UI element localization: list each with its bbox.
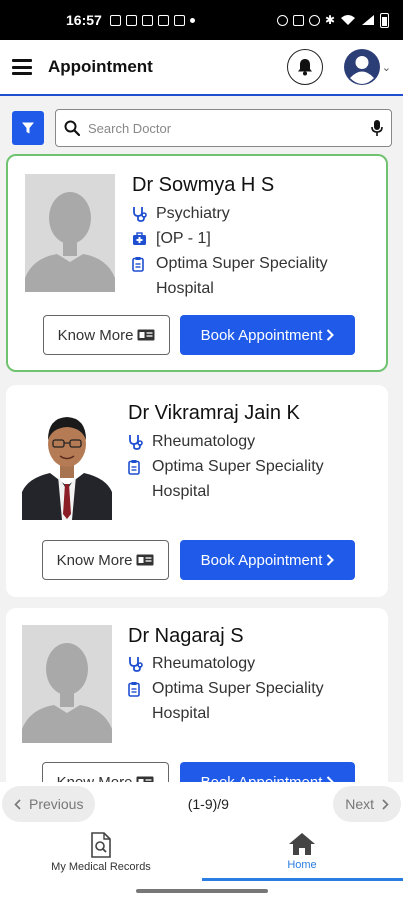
hospital-name-line2: Hospital: [152, 483, 210, 500]
profile-button[interactable]: ⌄: [343, 48, 391, 86]
signal-icon: [362, 15, 374, 25]
chevron-left-icon: [14, 798, 21, 810]
search-icon: [64, 120, 80, 136]
doctor-photo-placeholder: [25, 174, 115, 292]
clipboard-icon: [132, 256, 144, 272]
know-more-button[interactable]: Know More: [43, 315, 170, 355]
book-appointment-button[interactable]: Book Appointment: [180, 540, 355, 580]
id-card-icon: [137, 329, 155, 341]
hospital-name-line2: Hospital: [156, 280, 214, 297]
wifi-icon: [341, 15, 355, 25]
bell-icon: [297, 59, 312, 76]
doctor-card[interactable]: Dr Sowmya H S Psychiatry [OP - 1] Optima…: [6, 154, 388, 372]
hospital-name-line1: Optima Super Speciality: [152, 458, 324, 475]
app-header: Appointment ⌄: [0, 40, 403, 96]
page-count: (1-9)/9: [187, 796, 229, 812]
file-search-icon: [91, 832, 111, 858]
know-more-button[interactable]: Know More: [42, 762, 169, 782]
doctor-photo: [22, 402, 112, 520]
stethoscope-icon: [133, 206, 147, 222]
home-icon: [289, 833, 315, 855]
stethoscope-icon: [129, 434, 143, 450]
chevron-down-icon: ⌄: [381, 61, 391, 74]
doctor-photo-placeholder: [22, 625, 112, 743]
page-title: Appointment: [48, 57, 153, 76]
next-button[interactable]: Next: [333, 786, 401, 822]
clipboard-icon: [128, 681, 140, 697]
active-tab-indicator: [202, 878, 403, 881]
chevron-right-icon: [327, 554, 335, 566]
filter-button[interactable]: [12, 111, 44, 145]
person-silhouette-icon: [25, 174, 115, 292]
system-icons: ✱: [276, 12, 389, 28]
doctor-list[interactable]: Dr Sowmya H S Psychiatry [OP - 1] Optima…: [0, 152, 403, 782]
search-field[interactable]: [55, 109, 392, 147]
person-silhouette-icon: [22, 625, 112, 743]
account-icon: [343, 49, 380, 85]
doctor-portrait: [22, 402, 112, 520]
doctor-hospital: Optima Super Speciality Hospital: [128, 454, 324, 504]
tab-label: My Medical Records: [51, 861, 151, 873]
bottom-nav: My Medical Records Home: [0, 826, 403, 900]
specialty-text: Rheumatology: [152, 433, 256, 450]
medical-kit-icon: [133, 231, 146, 245]
doctor-hospital: Optima Super Speciality Hospital: [132, 251, 328, 301]
doctor-name: Dr Sowmya H S: [132, 174, 275, 196]
previous-button[interactable]: Previous: [2, 786, 96, 822]
chevron-right-icon: [327, 329, 335, 341]
mic-icon[interactable]: [371, 119, 383, 137]
pagination-bar: Previous (1-9)/9 Next: [0, 782, 403, 826]
hospital-name-line1: Optima Super Speciality: [152, 680, 324, 697]
search-row: [12, 108, 392, 148]
notifications-button[interactable]: [286, 49, 323, 85]
filter-icon: [22, 122, 34, 134]
tab-home[interactable]: Home: [277, 832, 327, 871]
doctor-name: Dr Nagaraj S: [128, 625, 244, 647]
hospital-name-line1: Optima Super Speciality: [156, 255, 328, 272]
bluetooth-icon: ✱: [324, 13, 335, 27]
chevron-right-icon: [382, 798, 389, 810]
doctor-specialty: Rheumatology: [128, 429, 255, 454]
doctor-name: Dr Vikramraj Jain K: [128, 402, 300, 424]
status-bar: 16:57 ✱: [0, 0, 403, 40]
tab-label: Home: [287, 859, 317, 871]
status-time: 16:57: [66, 12, 102, 28]
gesture-bar: [136, 889, 268, 893]
battery-icon: [380, 12, 389, 28]
id-card-icon: [136, 554, 154, 566]
doctor-hospital: Optima Super Speciality Hospital: [128, 676, 324, 726]
specialty-text: Psychiatry: [156, 205, 230, 222]
menu-icon[interactable]: [12, 59, 32, 75]
book-appointment-button[interactable]: Book Appointment: [180, 762, 355, 782]
doctor-card[interactable]: Dr Vikramraj Jain K Rheumatology Optima …: [6, 385, 388, 597]
book-appointment-button[interactable]: Book Appointment: [180, 315, 355, 355]
doctor-specialty: Psychiatry: [132, 201, 230, 226]
specialty-text: Rheumatology: [152, 655, 256, 672]
clipboard-icon: [128, 459, 140, 475]
know-more-button[interactable]: Know More: [42, 540, 169, 580]
notification-icons: [109, 14, 195, 26]
tab-medical-records[interactable]: My Medical Records: [48, 832, 154, 873]
room-text: [OP - 1]: [156, 230, 211, 247]
doctor-specialty: Rheumatology: [128, 651, 255, 676]
search-input[interactable]: [88, 120, 371, 136]
doctor-room: [OP - 1]: [132, 226, 211, 251]
stethoscope-icon: [129, 656, 143, 672]
hospital-name-line2: Hospital: [152, 705, 210, 722]
doctor-card[interactable]: Dr Nagaraj S Rheumatology Optima Super S…: [6, 608, 388, 782]
